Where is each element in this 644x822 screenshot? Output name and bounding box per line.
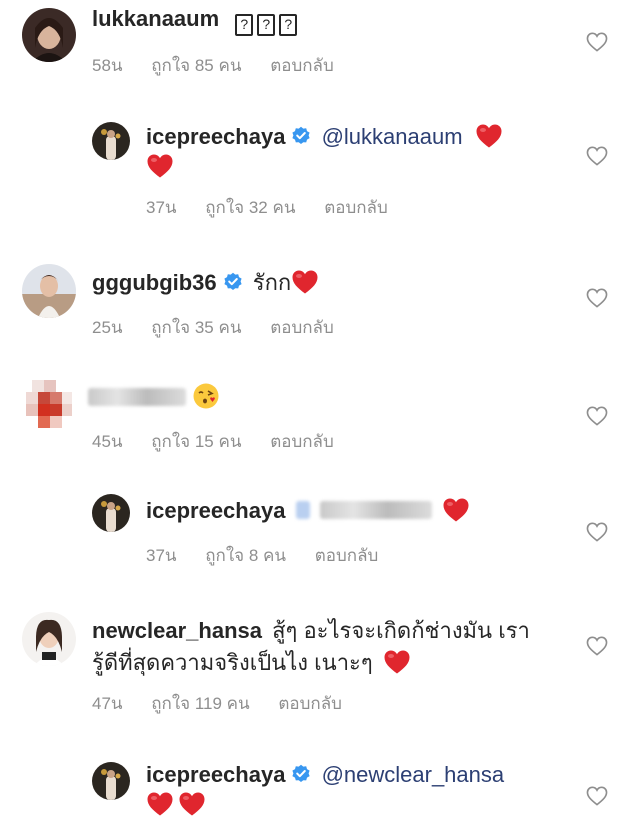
reply-button[interactable]: ตอบกลับ xyxy=(270,56,334,75)
heart-outline-icon[interactable] xyxy=(586,636,608,656)
comment-likes[interactable]: ถูกใจ 8 คน xyxy=(205,546,286,565)
comment-line: icepreechaya @newclear_hansa xyxy=(146,760,504,790)
comment-line xyxy=(146,152,174,182)
reply-icepreechaya: icepreechaya 37น ถูกใจ 8 คน ตอบกลับ xyxy=(0,482,644,572)
comment-newclear-hansa: newclear_hansa สู้ๆ อะไรจะเกิดก้ช่างมัน … xyxy=(0,604,644,724)
heart-outline-icon[interactable] xyxy=(586,406,608,426)
comment-time: 45น xyxy=(92,432,123,451)
red-heart-emoji xyxy=(178,791,206,817)
reply-button[interactable]: ตอบกลับ xyxy=(270,432,334,451)
comment-likes[interactable]: ถูกใจ 119 คน xyxy=(151,694,249,713)
comment-time: 37น xyxy=(146,546,177,565)
verified-badge-icon xyxy=(223,272,243,292)
heart-outline-icon[interactable] xyxy=(586,32,608,52)
avatar[interactable] xyxy=(92,762,130,800)
verified-badge-icon xyxy=(291,764,311,784)
reply-button[interactable]: ตอบกลับ xyxy=(324,198,388,217)
red-heart-emoji xyxy=(146,153,174,179)
comment-meta: 58น ถูกใจ 85 คน ตอบกลับ xyxy=(92,52,358,79)
avatar[interactable] xyxy=(22,264,76,318)
comment-meta: 25น ถูกใจ 35 คน ตอบกลับ xyxy=(92,314,358,341)
comment-meta: 37น ถูกใจ 32 คน ตอบกลับ xyxy=(146,194,412,221)
comment-likes[interactable]: ถูกใจ 15 คน xyxy=(151,432,241,451)
comment-time: 25น xyxy=(92,318,123,337)
comment-time: 47น xyxy=(92,694,123,713)
comment-time: 37น xyxy=(146,198,177,217)
username[interactable]: gggubgib36 xyxy=(92,270,217,295)
comment-lukkanaaum: lukkanaaum ??? 58น ถูกใจ 85 คน ตอบกลับ xyxy=(0,0,644,90)
comment-line: gggubgib36 รักก xyxy=(92,268,319,298)
comment-line xyxy=(88,382,220,413)
comment-meta: 47น ถูกใจ 119 คน ตอบกลับ xyxy=(92,690,366,717)
username[interactable]: lukkanaaum xyxy=(92,6,219,31)
red-heart-emoji xyxy=(383,649,411,675)
avatar[interactable] xyxy=(22,612,76,666)
username[interactable]: icepreechaya xyxy=(146,498,285,523)
mention-link[interactable]: @newclear_hansa xyxy=(322,762,505,787)
avatar[interactable] xyxy=(92,122,130,160)
comment-blurred-user: 45น ถูกใจ 15 คน ตอบกลับ xyxy=(0,370,644,460)
comment-likes[interactable]: ถูกใจ 35 คน xyxy=(151,318,241,337)
heart-outline-icon[interactable] xyxy=(586,288,608,308)
comment-line xyxy=(146,790,206,820)
comment-line: lukkanaaum ??? xyxy=(92,4,298,36)
comment-text: รู้ดีที่สุดความจริงเป็นไง เนาะๆ xyxy=(92,650,373,675)
red-heart-emoji xyxy=(475,123,503,149)
comment-likes[interactable]: ถูกใจ 32 คน xyxy=(205,198,295,217)
comment-line: icepreechaya xyxy=(146,496,470,526)
blurred-username xyxy=(88,388,186,406)
verified-badge-icon xyxy=(291,126,311,146)
reply-button[interactable]: ตอบกลับ xyxy=(315,546,379,565)
comment-gggubgib36: gggubgib36 รักก 25น ถูกใจ 35 คน ตอบกลับ xyxy=(0,256,644,346)
comment-likes[interactable]: ถูกใจ 85 คน xyxy=(151,56,241,75)
comment-line: newclear_hansa สู้ๆ อะไรจะเกิดก้ช่างมัน … xyxy=(92,616,530,646)
heart-outline-icon[interactable] xyxy=(586,522,608,542)
reply-button[interactable]: ตอบกลับ xyxy=(278,694,342,713)
comment-text: รักก xyxy=(252,270,292,295)
username[interactable]: newclear_hansa xyxy=(92,618,262,643)
red-heart-emoji xyxy=(146,791,174,817)
comment-text: สู้ๆ อะไรจะเกิดก้ช่างมัน เรา xyxy=(272,618,530,643)
comment-line: icepreechaya @lukkanaaum xyxy=(146,122,503,152)
reply-icepreechaya: icepreechaya @lukkanaaum 37น ถูกใจ 32 คน… xyxy=(0,110,644,220)
comment-meta: 37น ถูกใจ 8 คน ตอบกลับ xyxy=(146,542,402,569)
blurred-verified-badge xyxy=(295,501,310,519)
reply-icepreechaya: icepreechaya @newclear_hansa xyxy=(0,752,644,822)
avatar[interactable] xyxy=(22,8,76,62)
mention-link[interactable]: @lukkanaaum xyxy=(322,124,463,149)
avatar[interactable] xyxy=(22,378,76,432)
face-blowing-kiss-emoji xyxy=(192,382,220,410)
heart-outline-icon[interactable] xyxy=(586,786,608,806)
reply-button[interactable]: ตอบกลับ xyxy=(270,318,334,337)
red-heart-emoji xyxy=(442,497,470,523)
username[interactable]: icepreechaya xyxy=(146,124,285,149)
heart-outline-icon[interactable] xyxy=(586,146,608,166)
avatar[interactable] xyxy=(92,494,130,532)
unsupported-glyph-box: ? xyxy=(235,14,254,36)
red-heart-emoji xyxy=(291,269,319,295)
comment-line: รู้ดีที่สุดความจริงเป็นไง เนาะๆ xyxy=(92,648,411,678)
blurred-mention xyxy=(319,501,432,519)
comment-time: 58น xyxy=(92,56,123,75)
comment-meta: 45น ถูกใจ 15 คน ตอบกลับ xyxy=(92,428,358,455)
username[interactable]: icepreechaya xyxy=(146,762,285,787)
unsupported-glyph-box: ? xyxy=(257,14,276,36)
unsupported-glyph-box: ? xyxy=(279,14,298,36)
